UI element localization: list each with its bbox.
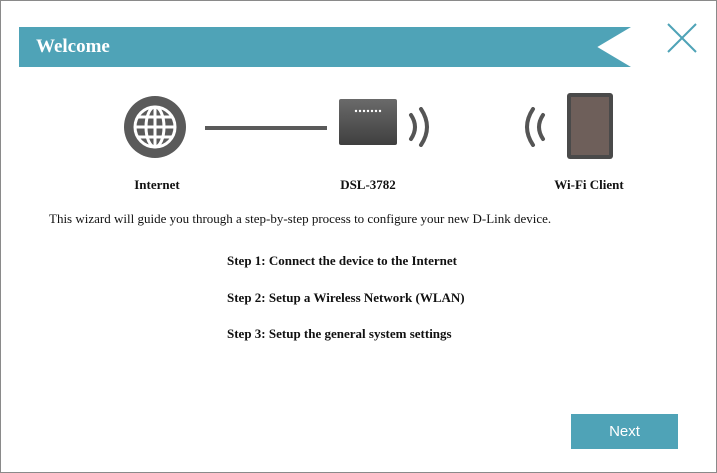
title-banner xyxy=(19,27,631,67)
globe-icon xyxy=(123,95,187,164)
client-label: Wi-Fi Client xyxy=(554,177,624,192)
next-button[interactable]: Next xyxy=(571,414,678,449)
internet-label: Internet xyxy=(134,177,180,192)
device-label: DSL-3782 xyxy=(340,177,396,192)
dialog-title: Welcome xyxy=(36,36,110,57)
tablet-icon xyxy=(567,93,613,164)
welcome-dialog: Welcome Internet DSL-3782 Wi-Fi Client T… xyxy=(0,0,717,473)
step-3: Step 3: Setup the general system setting… xyxy=(227,326,452,341)
intro-text: This wizard will guide you through a ste… xyxy=(49,211,552,226)
step-2: Step 2: Setup a Wireless Network (WLAN) xyxy=(227,290,465,305)
close-icon[interactable] xyxy=(665,21,699,55)
step-1: Step 1: Connect the device to the Intern… xyxy=(227,253,457,268)
wifi-receive-icon xyxy=(517,107,547,152)
connection-line xyxy=(205,126,327,130)
wifi-signal-icon xyxy=(407,107,437,152)
router-icon xyxy=(339,99,397,150)
